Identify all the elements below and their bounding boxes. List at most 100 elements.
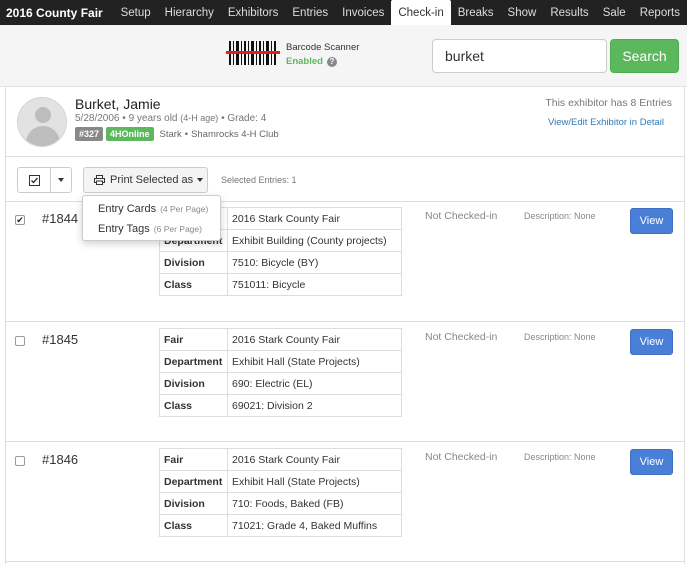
nav-item-show[interactable]: Show xyxy=(501,0,544,25)
select-all-button[interactable] xyxy=(17,167,51,193)
exhibitor-tags: #327 4HOnline Stark • Shamrocks 4-H Club xyxy=(75,127,279,141)
department-label: Department xyxy=(159,470,228,493)
check-in-status: Not Checked-in xyxy=(425,331,498,343)
department-value: Exhibit Building (County projects) xyxy=(227,229,402,252)
nav-item-reports[interactable]: Reports xyxy=(633,0,687,25)
chevron-down-icon xyxy=(197,178,204,182)
nav-item-hierarchy[interactable]: Hierarchy xyxy=(158,0,221,25)
entry-description: Description: None xyxy=(524,452,596,462)
view-edit-exhibitor-link[interactable]: View/Edit Exhibitor in Detail xyxy=(548,117,664,128)
entry-cards-hint: (4 Per Page) xyxy=(160,204,209,214)
nav-item-invoices[interactable]: Invoices xyxy=(335,0,391,25)
fair-value: 2016 Stark County Fair xyxy=(227,207,402,230)
scanner-status: Enabled ? xyxy=(286,56,359,67)
entries-count: This exhibitor has 8 Entries xyxy=(545,97,672,109)
menu-item-entry-tags[interactable]: Entry Tags (6 Per Page) xyxy=(83,219,220,239)
avatar xyxy=(17,97,67,147)
nav-item-exhibitors[interactable]: Exhibitors xyxy=(221,0,286,25)
entry-description: Description: None xyxy=(524,332,596,342)
help-icon[interactable]: ? xyxy=(326,56,337,67)
table-row: Division 690: Electric (EL) xyxy=(159,372,402,395)
checkbox-icon xyxy=(28,174,40,186)
menu-item-entry-cards[interactable]: Entry Cards (4 Per Page) xyxy=(83,199,220,219)
entry-tags-label: Entry Tags xyxy=(98,223,150,235)
entry-tags-hint: (6 Per Page) xyxy=(153,224,202,234)
entry-number[interactable]: #1845 xyxy=(42,332,78,347)
search-input[interactable] xyxy=(432,39,607,73)
nav-menu: Setup Hierarchy Exhibitors Entries Invoi… xyxy=(114,0,687,25)
nav-item-setup[interactable]: Setup xyxy=(114,0,158,25)
fair-label: Fair xyxy=(159,448,228,471)
exhibitor-header: Burket, Jamie 5/28/2006 • 9 years old (4… xyxy=(6,87,684,157)
nav-item-check-in[interactable]: Check-in xyxy=(391,0,451,25)
fair-value: 2016 Stark County Fair xyxy=(227,328,402,351)
scanner-search-bar: Barcode Scanner Enabled ? Search xyxy=(0,25,687,87)
chevron-down-icon xyxy=(58,178,64,182)
print-options-menu: Entry Cards (4 Per Page) Entry Tags (6 P… xyxy=(82,195,221,241)
division-value: 690: Electric (EL) xyxy=(227,372,402,395)
exhibitor-panel: Burket, Jamie 5/28/2006 • 9 years old (4… xyxy=(5,87,685,564)
nav-item-results[interactable]: Results xyxy=(543,0,595,25)
division-label: Division xyxy=(159,372,228,395)
check-in-status: Not Checked-in xyxy=(425,210,498,222)
department-value: Exhibit Hall (State Projects) xyxy=(227,350,402,373)
entry-row: #1846 Fair 2016 Stark County Fair Departm… xyxy=(6,442,684,562)
exhibitor-county: Stark xyxy=(159,128,182,140)
table-row: Class 69021: Division 2 xyxy=(159,394,402,417)
entry-checkbox-checked[interactable]: ✔ xyxy=(15,215,25,225)
view-entry-button[interactable]: View xyxy=(630,449,673,475)
entry-checkbox[interactable] xyxy=(15,336,25,346)
exhibitor-name: Burket, Jamie xyxy=(75,96,161,112)
division-value: 7510: Bicycle (BY) xyxy=(227,251,402,274)
fair-label: Fair xyxy=(159,328,228,351)
print-selected-label: Print Selected as xyxy=(110,174,194,186)
entry-checkbox[interactable] xyxy=(15,456,25,466)
department-label: Department xyxy=(159,350,228,373)
table-row: Class 751011: Bicycle xyxy=(159,273,402,296)
selected-entries-count: Selected Entries: 1 xyxy=(221,175,297,185)
table-row: Division 710: Foods, Baked (FB) xyxy=(159,492,402,515)
table-row: Class 71021: Grade 4, Baked Muffins xyxy=(159,514,402,537)
exhibitor-id-badge: #327 xyxy=(75,127,104,141)
entry-number[interactable]: #1844 xyxy=(42,211,78,226)
table-row: Fair2016 Stark County Fair xyxy=(159,448,402,471)
entry-number[interactable]: #1846 xyxy=(42,452,78,467)
view-entry-button[interactable]: View xyxy=(630,208,673,234)
class-value: 751011: Bicycle xyxy=(227,273,402,296)
print-selected-button[interactable]: Print Selected as xyxy=(83,167,208,193)
entry-details-table: Fair2016 Stark County Fair DepartmentExh… xyxy=(159,328,402,417)
entry-row: #1845 Fair 2016 Stark County Fair Departm… xyxy=(6,322,684,442)
print-icon xyxy=(94,175,105,185)
exhibitor-age: 9 years old xyxy=(128,113,178,124)
exhibitor-birthdate: 5/28/2006 xyxy=(75,113,120,124)
scanner-label: Barcode Scanner xyxy=(286,42,360,53)
class-value: 69021: Division 2 xyxy=(227,394,402,417)
nav-item-sale[interactable]: Sale xyxy=(596,0,633,25)
entry-cards-label: Entry Cards xyxy=(98,203,157,215)
entry-details-table: Fair2016 Stark County Fair DepartmentExh… xyxy=(159,448,402,537)
barcode-scanner: Barcode Scanner Enabled ? xyxy=(226,39,359,67)
barcode-text: Barcode Scanner Enabled ? xyxy=(286,42,359,67)
barcode-icon xyxy=(226,39,280,67)
search-button[interactable]: Search xyxy=(610,39,679,73)
division-label: Division xyxy=(159,251,228,274)
app-brand[interactable]: 2016 County Fair xyxy=(0,6,118,20)
avatar-body xyxy=(26,126,60,146)
class-value: 71021: Grade 4, Baked Muffins xyxy=(227,514,402,537)
table-row: Fair2016 Stark County Fair xyxy=(159,328,402,351)
exhibitor-club: Shamrocks 4-H Club xyxy=(191,128,279,140)
exhibitor-age-note: (4-H age) xyxy=(180,113,219,123)
scanner-status-text: Enabled xyxy=(286,56,323,67)
division-value: 710: Foods, Baked (FB) xyxy=(227,492,402,515)
view-entry-button[interactable]: View xyxy=(630,329,673,355)
top-navbar: 2016 County Fair Setup Hierarchy Exhibit… xyxy=(0,0,687,25)
class-label: Class xyxy=(159,394,228,417)
table-row: Division 7510: Bicycle (BY) xyxy=(159,251,402,274)
class-label: Class xyxy=(159,273,228,296)
select-dropdown-button[interactable] xyxy=(50,167,72,193)
nav-item-breaks[interactable]: Breaks xyxy=(451,0,501,25)
table-row: Department Exhibit Hall (State Projects) xyxy=(159,350,402,373)
check-in-status: Not Checked-in xyxy=(425,451,498,463)
division-label: Division xyxy=(159,492,228,515)
nav-item-entries[interactable]: Entries xyxy=(285,0,335,25)
